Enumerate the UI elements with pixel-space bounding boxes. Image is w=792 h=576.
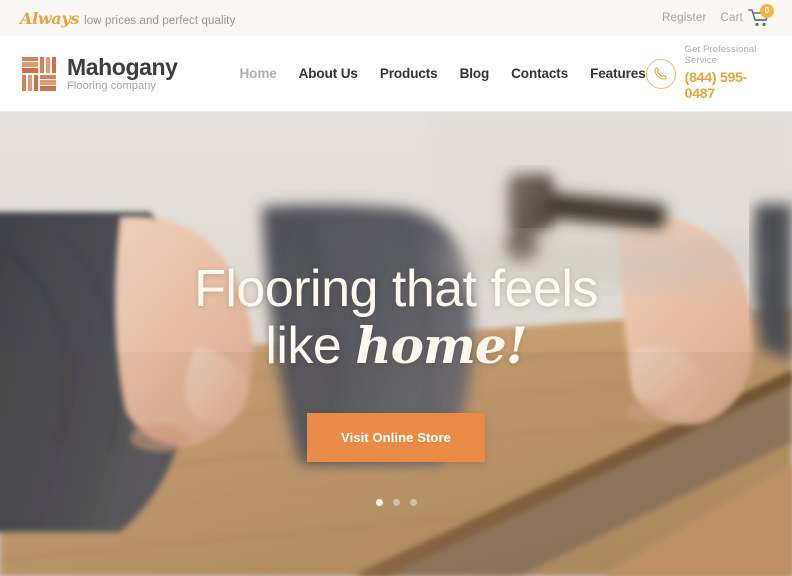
- top-utility-bar: Always low prices and perfect quality Re…: [0, 0, 792, 36]
- nav-item-products[interactable]: Products: [380, 66, 438, 81]
- brand-subtitle: Flooring company: [67, 79, 157, 92]
- visit-online-store-button[interactable]: Visit Online Store: [307, 413, 485, 463]
- brand-text: Mahogany Flooring company: [67, 55, 178, 93]
- primary-navigation: Home About Us Products Blog Contacts Fea…: [240, 66, 646, 81]
- slider-dot-3[interactable]: [409, 499, 417, 506]
- brand-name: Mahogany: [67, 53, 178, 80]
- phone-number[interactable]: (844) 595-0487: [685, 69, 770, 101]
- hero-headline-script: home!: [355, 315, 527, 375]
- hero-slider: Flooring that feels like home! Visit Onl…: [0, 112, 792, 576]
- nav-item-about-us[interactable]: About Us: [299, 66, 358, 81]
- top-bar-actions: Register Cart 0: [662, 4, 774, 28]
- hero-headline-plain: like: [265, 316, 356, 375]
- tagline: Always low prices and perfect quality: [20, 9, 235, 28]
- phone-icon-circle: [645, 58, 676, 89]
- hero-content: Flooring that feels like home! Visit Onl…: [0, 112, 792, 576]
- cart-label: Cart: [720, 12, 743, 24]
- phone-text: Get Professional Service (844) 595-0487: [684, 44, 770, 102]
- cart-count-badge: 0: [760, 4, 774, 18]
- tagline-text: low prices and perfect quality: [84, 14, 236, 27]
- contact-phone-block[interactable]: Get Professional Service (844) 595-0487: [645, 44, 770, 102]
- nav-item-features[interactable]: Features: [590, 66, 646, 81]
- slider-dot-1[interactable]: [375, 499, 383, 506]
- cart-icon-wrapper: 0: [748, 4, 774, 28]
- nav-item-contacts[interactable]: Contacts: [511, 66, 568, 81]
- main-header: Mahogany Flooring company Home About Us …: [0, 36, 792, 112]
- nav-item-blog[interactable]: Blog: [460, 66, 490, 81]
- parquet-logo-icon: [22, 56, 56, 91]
- phone-handset-icon: [654, 67, 667, 80]
- nav-item-home[interactable]: Home: [240, 66, 277, 81]
- phone-label: Get Professional Service: [684, 44, 757, 67]
- register-link[interactable]: Register: [662, 12, 706, 24]
- brand-logo[interactable]: Mahogany Flooring company: [22, 55, 178, 93]
- slider-dot-2[interactable]: [392, 499, 400, 506]
- hero-headline-line2: like home!: [265, 315, 527, 375]
- slider-pagination: [0, 499, 792, 506]
- hero-headline-line1: Flooring that feels: [194, 260, 598, 318]
- tagline-script-word: Always: [20, 8, 80, 28]
- cart-button[interactable]: Cart 0: [720, 4, 774, 28]
